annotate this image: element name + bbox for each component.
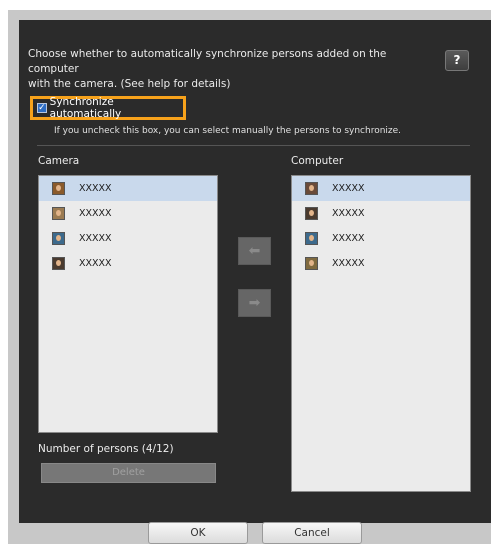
person-photo-icon [52, 257, 65, 270]
person-name: XXXXX [332, 233, 365, 244]
camera-list[interactable]: XXXXX XXXXX XXXXX XXXXX [38, 175, 218, 433]
move-to-camera-button[interactable]: ⬅ [238, 237, 271, 265]
computer-list-item[interactable]: XXXXX [292, 251, 470, 276]
cancel-button[interactable]: Cancel [262, 522, 362, 544]
ok-button[interactable]: OK [148, 522, 248, 544]
sync-note: If you uncheck this box, you can select … [54, 126, 402, 136]
intro-line-2: with the camera. (See help for details) [28, 78, 231, 90]
intro-line-1: Choose whether to automatically synchron… [28, 48, 387, 75]
computer-list-item[interactable]: XXXXX [292, 176, 470, 201]
arrow-left-icon: ⬅ [248, 243, 261, 259]
intro-text: Choose whether to automatically synchron… [28, 47, 428, 92]
person-photo-icon [305, 182, 318, 195]
person-name: XXXXX [79, 183, 112, 194]
sync-checkbox-label[interactable]: Synchronize automatically [50, 96, 183, 120]
help-button[interactable]: ? [445, 50, 469, 71]
camera-list-item[interactable]: XXXXX [39, 251, 217, 276]
person-photo-icon [52, 232, 65, 245]
move-to-computer-button[interactable]: ➡ [238, 289, 271, 317]
camera-title: Camera [38, 155, 80, 167]
computer-title: Computer [291, 155, 344, 167]
camera-list-item[interactable]: XXXXX [39, 201, 217, 226]
camera-list-item[interactable]: XXXXX [39, 226, 217, 251]
person-name: XXXXX [332, 208, 365, 219]
person-photo-icon [52, 182, 65, 195]
person-name: XXXXX [332, 258, 365, 269]
person-photo-icon [52, 207, 65, 220]
computer-list[interactable]: XXXXX XXXXX XXXXX XXXXX [291, 175, 471, 492]
person-photo-icon [305, 232, 318, 245]
arrow-right-icon: ➡ [248, 295, 261, 311]
computer-list-item[interactable]: XXXXX [292, 201, 470, 226]
camera-list-item[interactable]: XXXXX [39, 176, 217, 201]
person-name: XXXXX [332, 183, 365, 194]
person-photo-icon [305, 257, 318, 270]
sync-checkbox[interactable]: ✓ [37, 103, 47, 113]
delete-button[interactable]: Delete [41, 463, 216, 483]
divider [37, 145, 470, 146]
person-count: Number of persons (4/12) [38, 443, 174, 455]
computer-list-item[interactable]: XXXXX [292, 226, 470, 251]
person-name: XXXXX [79, 258, 112, 269]
person-name: XXXXX [79, 208, 112, 219]
sync-checkbox-row[interactable]: ✓ Synchronize automatically [30, 96, 186, 120]
person-photo-icon [305, 207, 318, 220]
person-name: XXXXX [79, 233, 112, 244]
